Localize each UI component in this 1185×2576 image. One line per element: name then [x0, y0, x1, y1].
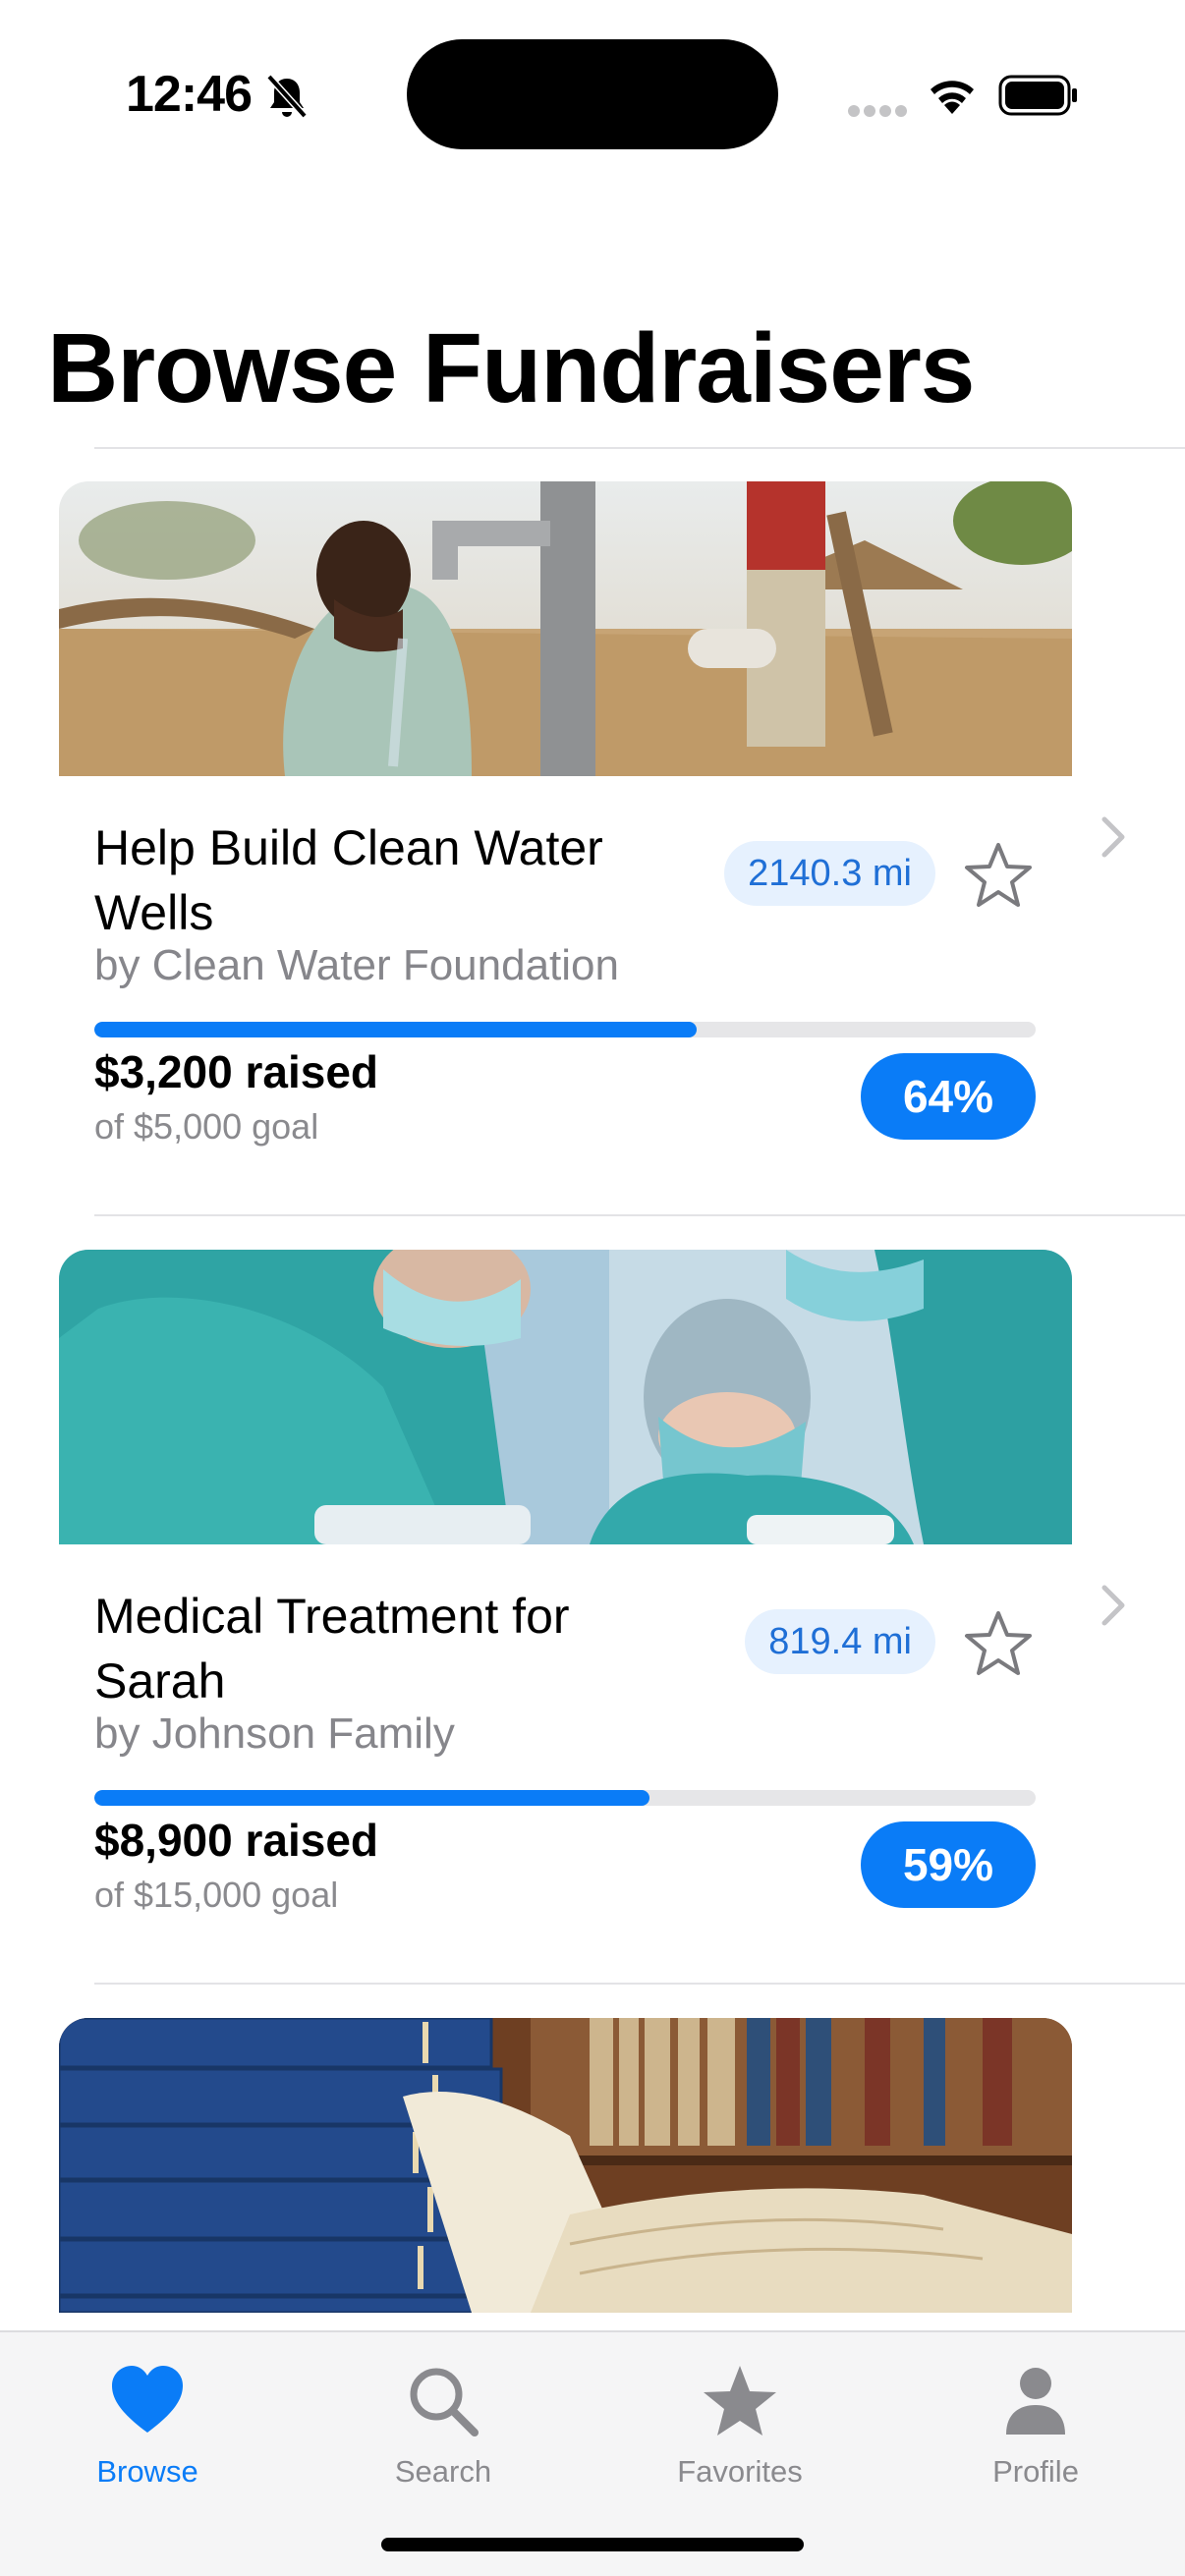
- amount-raised: $8,900 raised: [94, 1815, 379, 1866]
- tab-label: Search: [394, 2454, 492, 2489]
- water-well-photo: [59, 481, 1072, 776]
- bell-slash-icon: [266, 74, 308, 119]
- battery-icon: [998, 75, 1077, 116]
- divider: [94, 447, 1185, 449]
- chevron-right-icon: [1101, 1585, 1125, 1626]
- tab-browse[interactable]: Browse: [20, 2332, 275, 2529]
- fundraiser-title: Medical Treatment for Sarah: [94, 1589, 570, 1708]
- status-bar: 12:46: [0, 0, 1185, 187]
- tab-label: Favorites: [677, 2454, 803, 2489]
- status-time: 12:46: [126, 66, 253, 123]
- wifi-icon: [931, 81, 974, 114]
- progress-bar: [94, 1790, 1036, 1806]
- cellular-signal-icon: [848, 105, 907, 117]
- heart-icon: [112, 2366, 183, 2433]
- divider: [94, 1983, 1185, 1985]
- amount-raised: $3,200 raised: [94, 1046, 379, 1097]
- distance-badge: 819.4 mi: [745, 1609, 935, 1674]
- progress-bar: [94, 1022, 1036, 1037]
- organizer-name: by Clean Water Foundation: [94, 941, 619, 989]
- distance-badge: 2140.3 mi: [724, 841, 935, 906]
- tab-label: Profile: [992, 2454, 1079, 2489]
- home-indicator: [381, 2538, 804, 2551]
- fundraiser-title: Help Build Clean Water Wells: [94, 820, 603, 940]
- progress-fill: [94, 1790, 650, 1806]
- progress-fill: [94, 1022, 698, 1037]
- chevron-right-icon: [1101, 816, 1125, 858]
- search-icon: [410, 2368, 479, 2436]
- person-icon: [1006, 2368, 1065, 2435]
- star-outline-icon[interactable]: [963, 1609, 1034, 1676]
- surgery-photo: [59, 1250, 1072, 1544]
- tab-label: Browse: [96, 2454, 198, 2489]
- percent-badge: 59%: [861, 1821, 1036, 1908]
- tab-search[interactable]: Search: [315, 2332, 571, 2529]
- percent-badge: 64%: [861, 1053, 1036, 1140]
- dynamic-island: [407, 39, 778, 149]
- organizer-name: by Johnson Family: [94, 1709, 455, 1758]
- star-outline-icon[interactable]: [963, 841, 1034, 908]
- library-books-photo: [59, 2018, 1072, 2313]
- tab-profile[interactable]: Profile: [908, 2332, 1163, 2529]
- star-icon: [704, 2366, 776, 2436]
- divider: [94, 1214, 1185, 1216]
- goal-amount: of $5,000 goal: [94, 1106, 319, 1147]
- goal-amount: of $15,000 goal: [94, 1875, 339, 1915]
- tab-favorites[interactable]: Favorites: [612, 2332, 868, 2529]
- page-title: Browse Fundraisers: [47, 313, 975, 423]
